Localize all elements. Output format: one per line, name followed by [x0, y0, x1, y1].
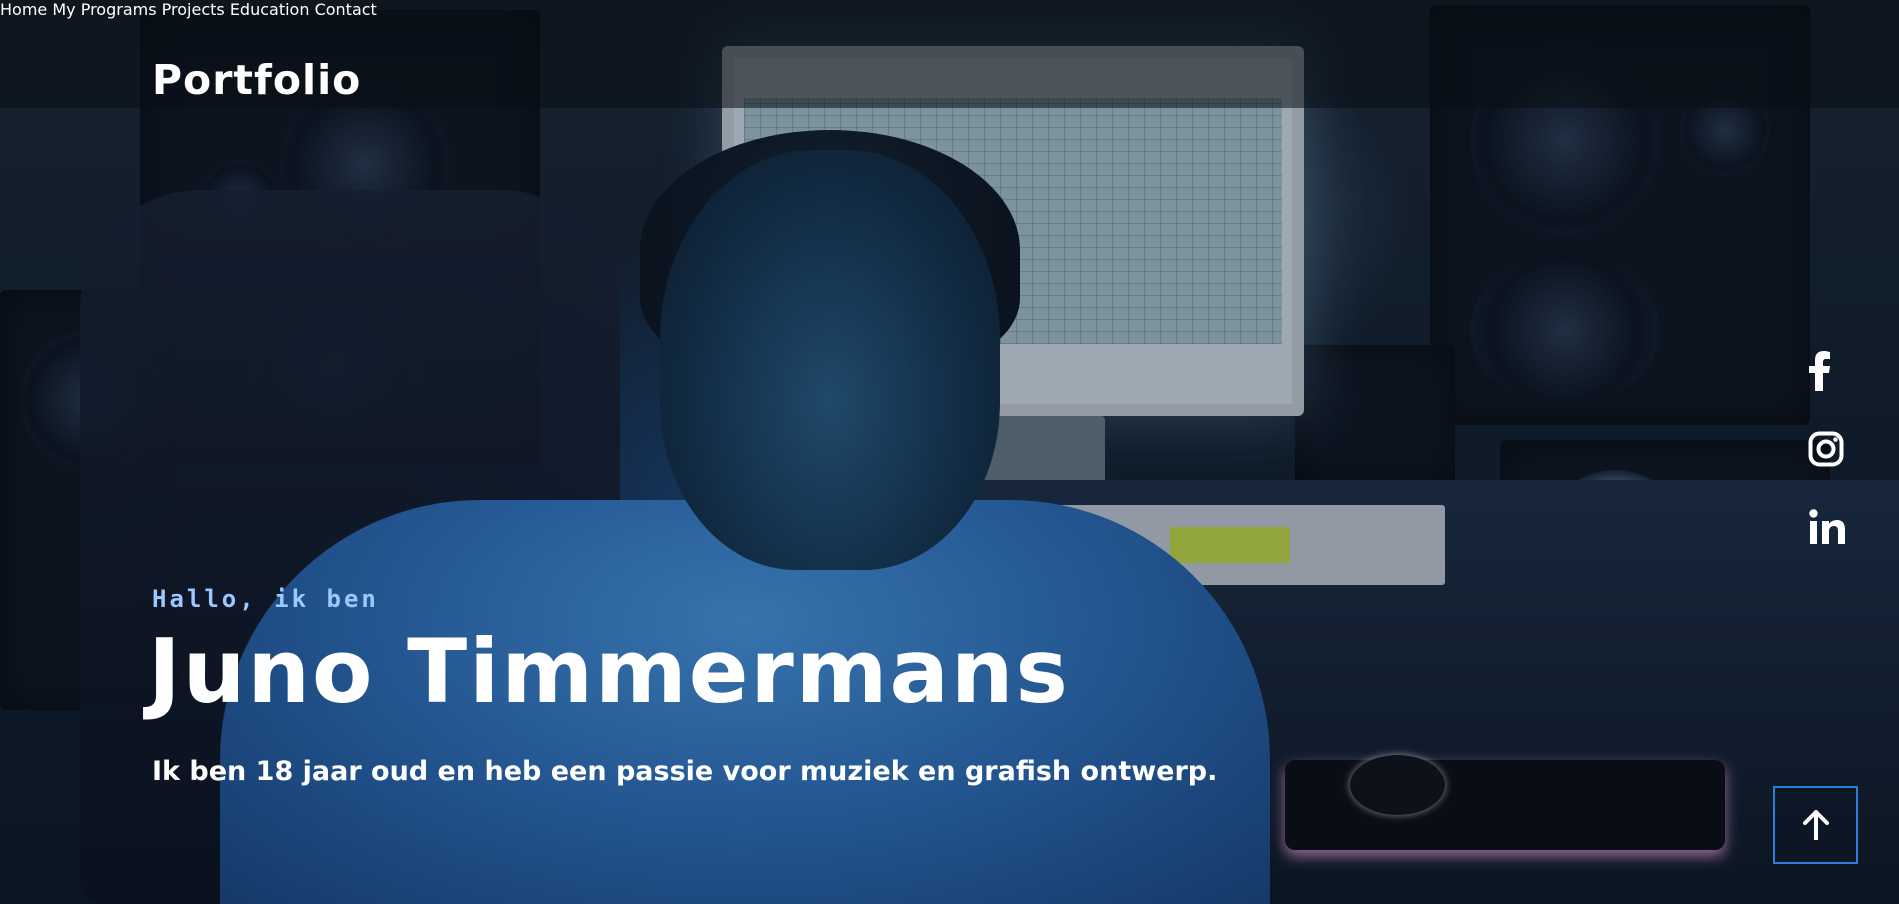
nav-my-programs[interactable]: My Programs — [52, 0, 156, 19]
main-nav: Home My Programs Projects Education Cont… — [0, 0, 1899, 19]
hero-name: Juno Timmermans — [148, 620, 1070, 723]
linkedin-icon[interactable] — [1809, 509, 1845, 545]
hero-tagline: Ik ben 18 jaar oud en heb een passie voo… — [152, 756, 1218, 787]
arrow-up-icon — [1802, 810, 1829, 840]
nav-education[interactable]: Education — [230, 0, 310, 19]
site-logo[interactable]: Portfolio — [152, 56, 361, 104]
nav-home[interactable]: Home — [0, 0, 47, 19]
instagram-icon[interactable] — [1808, 431, 1844, 467]
nav-contact[interactable]: Contact — [315, 0, 377, 19]
hero-greeting: Hallo, ik ben — [152, 585, 379, 613]
facebook-icon[interactable] — [1809, 351, 1831, 391]
scroll-to-top-button[interactable] — [1773, 786, 1858, 864]
navbar: Portfolio Home My Programs Projects Educ… — [0, 0, 1899, 108]
nav-projects[interactable]: Projects — [162, 0, 225, 19]
